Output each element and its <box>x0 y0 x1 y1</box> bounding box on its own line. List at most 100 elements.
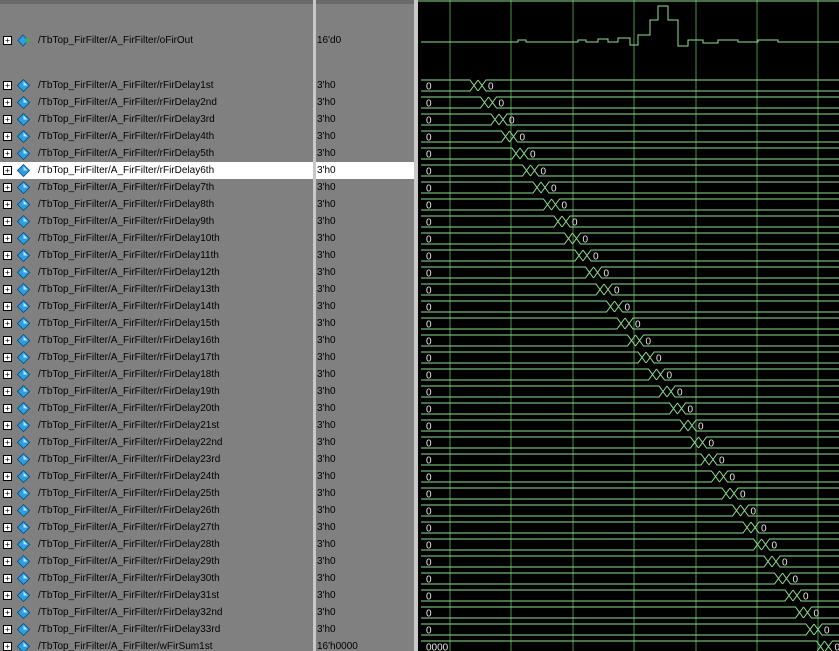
bus-waveform <box>421 572 839 585</box>
signal-row[interactable]: + /TbTop_FirFilter/A_FirFilter/rFirDelay1… <box>0 383 313 400</box>
signal-diamond-icon <box>16 367 31 382</box>
expand-icon[interactable]: + <box>3 268 12 277</box>
expand-icon[interactable]: + <box>3 285 12 294</box>
signal-row[interactable]: + /TbTop_FirFilter/A_FirFilter/rFirDelay1… <box>0 77 313 94</box>
bus-end-value: 0 <box>593 252 599 263</box>
signal-diamond-icon <box>16 639 31 651</box>
expand-icon[interactable]: + <box>3 642 12 651</box>
signal-row[interactable]: + /TbTop_FirFilter/A_FirFilter/rFirDelay3… <box>0 604 313 621</box>
expand-icon[interactable]: + <box>3 506 12 515</box>
expand-icon[interactable]: + <box>3 319 12 328</box>
signal-diamond-icon <box>16 401 31 416</box>
bus-end-value: 0 <box>530 150 536 161</box>
expand-icon[interactable]: + <box>3 489 12 498</box>
signal-row[interactable]: + /TbTop_FirFilter/A_FirFilter/rFirDelay1… <box>0 230 313 247</box>
signal-row[interactable]: + /TbTop_FirFilter/A_FirFilter/rFirDelay1… <box>0 264 313 281</box>
expand-icon[interactable]: + <box>3 421 12 430</box>
signal-row[interactable]: + /TbTop_FirFilter/A_FirFilter/rFirDelay1… <box>0 349 313 366</box>
expand-icon[interactable]: + <box>3 523 12 532</box>
signal-row[interactable]: + /TbTop_FirFilter/A_FirFilter/rFirDelay6… <box>0 162 313 179</box>
bus-end-value: 0 <box>698 422 704 433</box>
waveform-panel[interactable]: 0000000000000000000000000000000000000000… <box>418 0 839 651</box>
signal-row[interactable]: + /TbTop_FirFilter/A_FirFilter/rFirDelay1… <box>0 247 313 264</box>
signal-row[interactable]: + /TbTop_FirFilter/A_FirFilter/rFirDelay2… <box>0 536 313 553</box>
expand-icon[interactable]: + <box>3 574 12 583</box>
expand-icon[interactable]: + <box>3 353 12 362</box>
signal-row[interactable]: + /TbTop_FirFilter/A_FirFilter/rFirDelay1… <box>0 298 313 315</box>
signal-row[interactable]: + /TbTop_FirFilter/A_FirFilter/rFirDelay3… <box>0 587 313 604</box>
expand-icon[interactable]: + <box>3 455 12 464</box>
signal-row[interactable]: + /TbTop_FirFilter/A_FirFilter/rFirDelay2… <box>0 451 313 468</box>
signal-diamond-icon <box>16 384 31 399</box>
expand-icon[interactable]: + <box>3 234 12 243</box>
signal-row[interactable]: + /TbTop_FirFilter/A_FirFilter/rFirDelay2… <box>0 434 313 451</box>
bus-waveform <box>421 164 839 177</box>
signal-diamond-icon <box>16 146 31 161</box>
bus-start-value: 0 <box>426 558 432 569</box>
signal-row[interactable]: + /TbTop_FirFilter/A_FirFilter/oFirOut <box>0 32 313 49</box>
expand-icon[interactable]: + <box>3 608 12 617</box>
signal-row[interactable]: + /TbTop_FirFilter/A_FirFilter/rFirDelay3… <box>0 570 313 587</box>
signal-row[interactable]: + /TbTop_FirFilter/A_FirFilter/rFirDelay2… <box>0 519 313 536</box>
signal-row[interactable]: + /TbTop_FirFilter/A_FirFilter/rFirDelay3… <box>0 621 313 638</box>
bus-start-value: 0000 <box>426 643 449 651</box>
signal-row[interactable]: + /TbTop_FirFilter/A_FirFilter/rFirDelay2… <box>0 502 313 519</box>
expand-icon[interactable]: + <box>3 370 12 379</box>
signal-row[interactable]: + /TbTop_FirFilter/A_FirFilter/rFirDelay2… <box>0 417 313 434</box>
expand-icon[interactable]: + <box>3 302 12 311</box>
signal-row[interactable]: + /TbTop_FirFilter/A_FirFilter/rFirDelay2… <box>0 94 313 111</box>
expand-icon[interactable]: + <box>3 36 12 45</box>
signal-row[interactable]: + /TbTop_FirFilter/A_FirFilter/rFirDelay2… <box>0 485 313 502</box>
signal-value: 3'h0 <box>317 318 336 329</box>
signal-row[interactable]: + /TbTop_FirFilter/A_FirFilter/rFirDelay1… <box>0 315 313 332</box>
bus-start-value: 0 <box>426 269 432 280</box>
signal-row[interactable]: + /TbTop_FirFilter/A_FirFilter/rFirDelay8… <box>0 196 313 213</box>
signal-row[interactable]: + /TbTop_FirFilter/A_FirFilter/rFirDelay5… <box>0 145 313 162</box>
waveform-canvas[interactable]: 0 00 00 00 00 00 00 00 00 00 00 00 00 00 00 00 00 00 00 00 0… <box>418 0 839 651</box>
bus-waveform <box>421 470 839 483</box>
expand-icon[interactable]: + <box>3 557 12 566</box>
signal-diamond-icon <box>16 605 31 620</box>
signal-value: 3'h0 <box>317 403 336 414</box>
expand-icon[interactable]: + <box>3 387 12 396</box>
signal-row[interactable]: + /TbTop_FirFilter/A_FirFilter/rFirDelay2… <box>0 468 313 485</box>
expand-icon[interactable]: + <box>3 438 12 447</box>
bus-end-value: 0 <box>772 541 778 552</box>
signal-row[interactable]: + /TbTop_FirFilter/A_FirFilter/rFirDelay2… <box>0 400 313 417</box>
expand-icon[interactable]: + <box>3 183 12 192</box>
signal-row[interactable]: + /TbTop_FirFilter/A_FirFilter/rFirDelay3… <box>0 111 313 128</box>
bus-waveform <box>421 487 839 500</box>
signal-row[interactable]: + /TbTop_FirFilter/A_FirFilter/rFirDelay1… <box>0 332 313 349</box>
signal-row[interactable]: + /TbTop_FirFilter/A_FirFilter/rFirDelay1… <box>0 281 313 298</box>
signal-diamond-icon <box>16 486 31 501</box>
expand-icon[interactable]: + <box>3 336 12 345</box>
signal-row[interactable]: + /TbTop_FirFilter/A_FirFilter/rFirDelay2… <box>0 553 313 570</box>
expand-icon[interactable]: + <box>3 404 12 413</box>
expand-icon[interactable]: + <box>3 149 12 158</box>
bus-start-value: 0 <box>426 575 432 586</box>
signal-name: /TbTop_FirFilter/A_FirFilter/rFirDelay2n… <box>38 97 217 108</box>
expand-icon[interactable]: + <box>3 166 12 175</box>
expand-icon[interactable]: + <box>3 625 12 634</box>
signal-name: /TbTop_FirFilter/A_FirFilter/rFirDelay5t… <box>38 148 215 159</box>
signal-row[interactable]: + /TbTop_FirFilter/A_FirFilter/wFirSum1st <box>0 638 313 651</box>
signal-names-panel: + /TbTop_FirFilter/A_FirFilter/oFirOut + /T… <box>0 0 313 651</box>
expand-icon[interactable]: + <box>3 115 12 124</box>
expand-icon[interactable]: + <box>3 591 12 600</box>
expand-icon[interactable]: + <box>3 81 12 90</box>
expand-icon[interactable]: + <box>3 132 12 141</box>
expand-icon[interactable]: + <box>3 251 12 260</box>
expand-icon[interactable]: + <box>3 200 12 209</box>
signal-row[interactable]: + /TbTop_FirFilter/A_FirFilter/rFirDelay7… <box>0 179 313 196</box>
expand-icon[interactable]: + <box>3 540 12 549</box>
expand-icon[interactable]: + <box>3 217 12 226</box>
signal-value: 3'h0 <box>317 131 336 142</box>
expand-icon[interactable]: + <box>3 98 12 107</box>
signal-row[interactable]: + /TbTop_FirFilter/A_FirFilter/rFirDelay1… <box>0 366 313 383</box>
signal-value: 3'h0 <box>317 607 336 618</box>
expand-icon[interactable]: + <box>3 472 12 481</box>
signal-row[interactable]: + /TbTop_FirFilter/A_FirFilter/rFirDelay4… <box>0 128 313 145</box>
signal-row[interactable]: + /TbTop_FirFilter/A_FirFilter/rFirDelay9… <box>0 213 313 230</box>
signal-diamond-icon <box>16 231 31 246</box>
signal-diamond-icon <box>16 95 31 110</box>
